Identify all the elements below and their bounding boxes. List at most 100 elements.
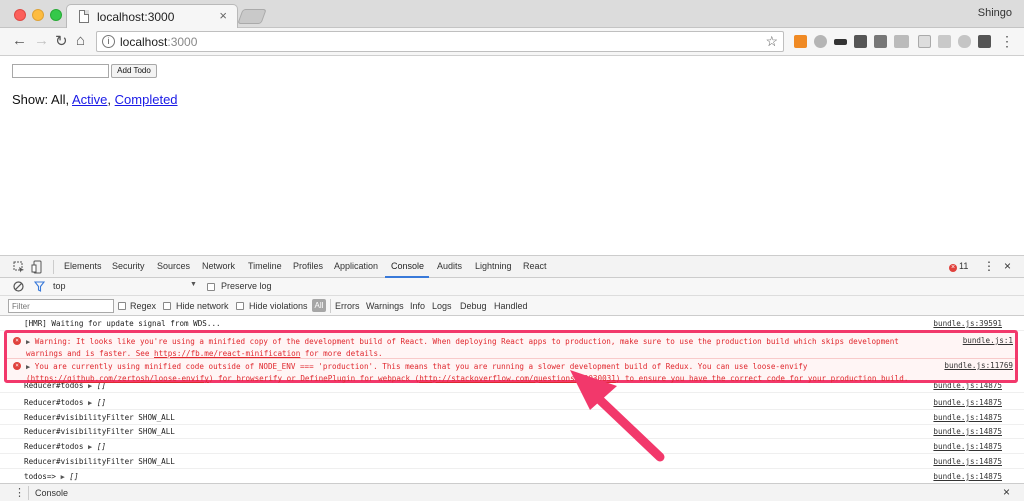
extension-icon[interactable] [918, 35, 931, 48]
context-dropdown-icon[interactable]: ▼ [190, 281, 197, 288]
console-source-link[interactable]: bundle.js:1 [963, 336, 1013, 345]
tab-elements[interactable]: Elements [64, 261, 102, 271]
toolbar-divider [28, 486, 29, 500]
regex-checkbox[interactable] [118, 302, 126, 310]
level-logs[interactable]: Logs [432, 301, 452, 311]
error-counter[interactable]: × 11 [949, 261, 968, 272]
toolbar-divider [330, 299, 331, 313]
devtools-menu-icon[interactable]: ⋮ [983, 259, 995, 273]
inspect-element-icon[interactable] [13, 261, 25, 273]
tab-profiles[interactable]: Profiles [293, 261, 323, 271]
reload-icon[interactable]: ↻ [55, 32, 68, 50]
browser-toolbar: ← → ↻ ⌂ i localhost:3000 ☆ ⋮ [0, 28, 1024, 56]
hide-network-checkbox[interactable] [163, 302, 171, 310]
expand-triangle-icon[interactable]: ▶ [88, 399, 92, 407]
filter-active-link[interactable]: Active [72, 92, 107, 107]
expand-triangle-icon[interactable]: ▶ [26, 338, 30, 346]
add-todo-button[interactable]: Add Todo [111, 64, 157, 78]
level-all-button[interactable]: All [312, 299, 326, 312]
extension-icon[interactable] [978, 35, 991, 48]
clear-console-icon[interactable] [13, 281, 24, 292]
error-message: ▶ Warning: It looks like you're using a … [26, 336, 921, 359]
info-icon[interactable]: i [102, 35, 115, 48]
console-toolbar: top ▼ Preserve log [0, 278, 1024, 296]
tab-network[interactable]: Network [202, 261, 235, 271]
console-message: todos=> ▶ [] [24, 472, 79, 481]
tab-sources[interactable]: Sources [157, 261, 190, 271]
error-link[interactable]: http://stackoverflow.com/questions/30030… [419, 374, 616, 383]
hide-violations-checkbox[interactable] [236, 302, 244, 310]
pocket-extension-icon[interactable] [854, 35, 867, 48]
error-link[interactable]: https://fb.me/react-minification [154, 349, 300, 358]
tab-console[interactable]: Console [391, 261, 424, 271]
extension-icon[interactable] [874, 35, 887, 48]
expand-triangle-icon[interactable]: ▶ [61, 473, 65, 481]
minimize-window-button[interactable] [32, 9, 44, 21]
expand-triangle-icon[interactable]: ▶ [88, 443, 92, 451]
tab-react[interactable]: React [523, 261, 547, 271]
expand-triangle-icon[interactable]: ▶ [26, 363, 30, 371]
tab-security[interactable]: Security [112, 261, 145, 271]
level-handled[interactable]: Handled [494, 301, 528, 311]
console-source-link[interactable]: bundle.js:14875 [933, 427, 1002, 436]
console-source-link[interactable]: bundle.js:14875 [933, 472, 1002, 481]
device-toolbar-icon[interactable] [31, 260, 43, 274]
tab-timeline[interactable]: Timeline [248, 261, 282, 271]
filter-completed-link[interactable]: Completed [115, 92, 178, 107]
extension-icon[interactable] [794, 35, 807, 48]
zoom-window-button[interactable] [50, 9, 62, 21]
console-source-link[interactable]: bundle.js:39591 [933, 319, 1002, 328]
console-row: [HMR] Waiting for update signal from WDS… [0, 316, 1024, 331]
console-filter-bar: Regex Hide network Hide violations All E… [0, 296, 1024, 316]
address-bar[interactable]: i localhost:3000 ☆ [96, 31, 784, 52]
browser-tab[interactable]: localhost:3000 × [66, 4, 238, 28]
extension-icon[interactable] [938, 35, 951, 48]
console-array: [] [69, 472, 79, 481]
todo-input[interactable] [12, 64, 109, 78]
console-source-link[interactable]: bundle.js:14875 [933, 442, 1002, 451]
profile-name[interactable]: Shingo [978, 7, 1012, 19]
drawer-tab-console[interactable]: Console [35, 488, 68, 498]
bookmark-star-icon[interactable]: ☆ [765, 33, 778, 50]
console-message: Reducer#visibilityFilter SHOW_ALL [24, 413, 175, 422]
tab-close-icon[interactable]: × [219, 8, 227, 23]
drawer-close-icon[interactable]: × [1003, 485, 1010, 499]
tab-audits[interactable]: Audits [437, 261, 462, 271]
console-filter-input[interactable] [8, 299, 114, 313]
level-debug[interactable]: Debug [460, 301, 487, 311]
level-info[interactable]: Info [410, 301, 425, 311]
console-array: [] [96, 442, 106, 451]
drawer-menu-icon[interactable]: ⋮ [14, 486, 25, 499]
extension-icon[interactable] [814, 35, 827, 48]
new-tab-button[interactable] [237, 9, 267, 24]
console-source-link[interactable]: bundle.js:11769 [944, 361, 1013, 370]
console-source-link[interactable]: bundle.js:14875 [933, 413, 1002, 422]
console-source-link[interactable]: bundle.js:14875 [933, 457, 1002, 466]
level-errors[interactable]: Errors [335, 301, 360, 311]
console-message-text: todos=> [24, 472, 57, 481]
level-warnings[interactable]: Warnings [366, 301, 404, 311]
close-window-button[interactable] [14, 9, 26, 21]
context-selector[interactable]: top [53, 281, 66, 291]
tab-lightning[interactable]: Lightning [475, 261, 512, 271]
tab-application[interactable]: Application [334, 261, 378, 271]
console-message: Reducer#todos ▶ [] [24, 398, 106, 407]
console-message-text: Reducer#todos [24, 442, 84, 451]
glasses-extension-icon[interactable] [834, 39, 847, 45]
console-source-link[interactable]: bundle.js:14875 [933, 398, 1002, 407]
console-row: Reducer#visibilityFilter SHOW_ALL bundle… [0, 410, 1024, 425]
console-array: [] [96, 398, 106, 407]
preserve-log-checkbox[interactable] [207, 283, 215, 291]
chrome-menu-icon[interactable]: ⋮ [1000, 33, 1014, 50]
error-count: 11 [959, 261, 969, 271]
forward-icon[interactable]: → [34, 32, 49, 49]
error-link[interactable]: https://github.com/zertosh/loose-envify [31, 374, 209, 383]
extension-icon[interactable] [958, 35, 971, 48]
back-icon[interactable]: ← [12, 32, 27, 49]
devtools-close-icon[interactable]: × [1004, 259, 1011, 273]
extension-icon[interactable] [894, 35, 909, 48]
home-icon[interactable]: ⌂ [76, 32, 85, 49]
console-message-text: Reducer#todos [24, 398, 84, 407]
console-message: Reducer#visibilityFilter SHOW_ALL [24, 457, 175, 466]
filter-icon[interactable] [34, 281, 45, 292]
